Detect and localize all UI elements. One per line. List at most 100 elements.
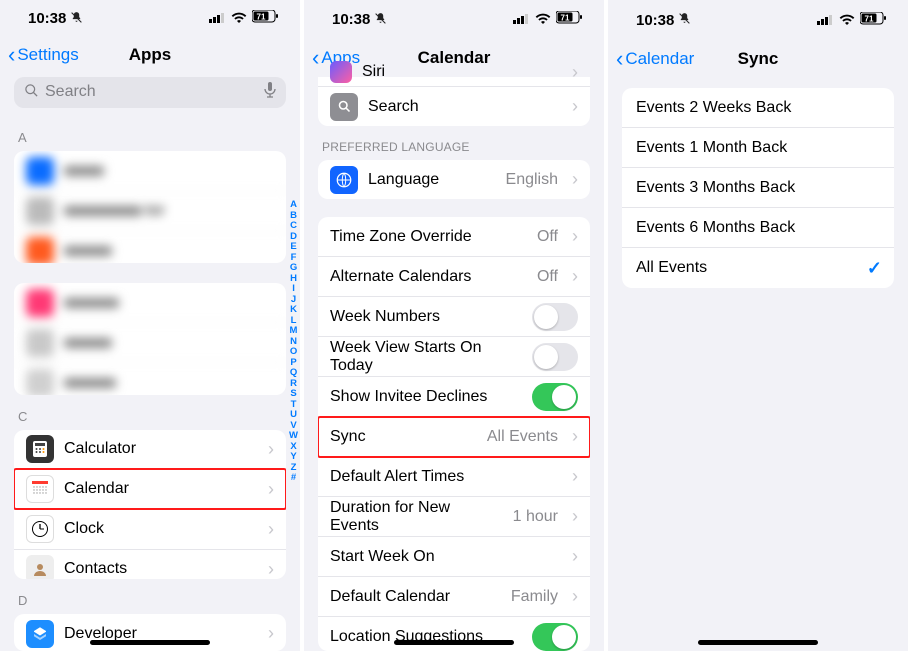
home-indicator[interactable]	[698, 640, 818, 645]
toggle-week-view-starts[interactable]	[532, 343, 578, 371]
row-label: Language	[368, 171, 496, 189]
row-invitee-declines[interactable]: Show Invitee Declines	[318, 377, 590, 417]
row-label: Alternate Calendars	[330, 268, 527, 286]
apps-group-c: Calculator › Calendar › Clock › Contacts…	[14, 430, 286, 579]
row-duration[interactable]: Duration for New Events 1 hour ›	[318, 497, 590, 537]
back-button[interactable]: ‹ Calendar	[616, 48, 694, 70]
access-group: Siri › Search ›	[318, 59, 590, 126]
svg-text:71: 71	[257, 13, 266, 22]
row-label: Week View Starts On Today	[330, 339, 522, 375]
wifi-icon	[535, 11, 551, 28]
app-row-blurred[interactable]	[14, 363, 286, 395]
app-row-blurred[interactable]	[14, 151, 286, 191]
row-value: All Events	[487, 428, 558, 446]
chevron-right-icon: ›	[572, 96, 578, 117]
chevron-right-icon: ›	[268, 479, 274, 500]
sync-option-all[interactable]: All Events ✓	[622, 248, 894, 288]
app-row-calculator[interactable]: Calculator ›	[14, 430, 286, 470]
row-week-numbers[interactable]: Week Numbers	[318, 297, 590, 337]
chevron-right-icon: ›	[572, 506, 578, 527]
calendar-settings-group: Time Zone Override Off › Alternate Calen…	[318, 217, 590, 651]
status-bar: 10:38 71	[304, 0, 604, 39]
row-default-alert[interactable]: Default Alert Times ›	[318, 457, 590, 497]
chevron-right-icon: ›	[572, 546, 578, 567]
row-time-zone-override[interactable]: Time Zone Override Off ›	[318, 217, 590, 257]
option-label: Events 1 Month Back	[636, 139, 882, 157]
app-row-calendar[interactable]: Calendar ›	[14, 470, 286, 510]
row-language[interactable]: Language English ›	[318, 160, 590, 199]
back-label: Calendar	[625, 49, 694, 69]
row-value: Family	[511, 588, 558, 606]
nav-bar: ‹ Settings Apps	[0, 37, 300, 72]
row-location-suggestions[interactable]: Location Suggestions	[318, 617, 590, 651]
app-row-developer[interactable]: Developer ›	[14, 614, 286, 651]
screen-calendar-settings: 10:38 71 ‹ Apps Calendar Siri › Search ›	[304, 0, 604, 651]
row-value: 1 hour	[513, 508, 558, 526]
row-siri[interactable]: Siri ›	[318, 59, 590, 87]
chevron-right-icon: ›	[268, 623, 274, 644]
chevron-left-icon: ‹	[616, 48, 623, 70]
battery-icon: 71	[252, 10, 278, 27]
app-row-blurred[interactable]	[14, 231, 286, 263]
toggle-invitee-declines[interactable]	[532, 383, 578, 411]
status-time: 10:38	[636, 12, 674, 29]
row-alternate-calendars[interactable]: Alternate Calendars Off ›	[318, 257, 590, 297]
home-indicator[interactable]	[90, 640, 210, 645]
sync-option-1month[interactable]: Events 1 Month Back	[622, 128, 894, 168]
row-start-week[interactable]: Start Week On ›	[318, 537, 590, 577]
chevron-right-icon: ›	[572, 169, 578, 190]
wifi-icon	[231, 10, 247, 27]
nav-bar: ‹ Calendar Sync	[608, 40, 908, 78]
chevron-right-icon: ›	[572, 226, 578, 247]
row-default-calendar[interactable]: Default Calendar Family ›	[318, 577, 590, 617]
search-placeholder: Search	[45, 83, 258, 101]
row-label: Show Invitee Declines	[330, 388, 522, 406]
row-week-view-starts[interactable]: Week View Starts On Today	[318, 337, 590, 377]
row-value: English	[506, 171, 558, 189]
svg-text:71: 71	[561, 14, 570, 23]
sync-options-group: Events 2 Weeks Back Events 1 Month Back …	[622, 88, 894, 288]
back-label: Settings	[17, 45, 78, 65]
app-row-blurred[interactable]	[14, 283, 286, 323]
svg-text:71: 71	[865, 14, 874, 23]
back-button[interactable]: ‹ Settings	[8, 44, 79, 66]
apps-group-d: Developer ›	[14, 614, 286, 651]
sync-option-3months[interactable]: Events 3 Months Back	[622, 168, 894, 208]
toggle-location-suggestions[interactable]	[532, 623, 578, 651]
chevron-right-icon: ›	[268, 559, 274, 579]
status-bar: 10:38 71	[608, 0, 908, 40]
developer-icon	[26, 620, 54, 648]
chevron-right-icon: ›	[572, 586, 578, 607]
app-label: Calculator	[64, 440, 258, 458]
row-sync[interactable]: Sync All Events ›	[318, 417, 590, 457]
home-indicator[interactable]	[394, 640, 514, 645]
contacts-icon	[26, 555, 54, 578]
option-label: All Events	[636, 259, 857, 277]
search-settings-icon	[330, 93, 358, 121]
section-header-c: C	[0, 395, 300, 430]
app-row-blurred[interactable]	[14, 323, 286, 363]
chevron-left-icon: ‹	[8, 44, 15, 66]
battery-icon: 71	[556, 11, 582, 28]
app-row-blurred[interactable]: tor	[14, 191, 286, 231]
row-search[interactable]: Search ›	[318, 87, 590, 126]
row-label: Search	[368, 98, 562, 116]
mic-icon	[264, 82, 276, 103]
app-row-clock[interactable]: Clock ›	[14, 510, 286, 550]
app-row-contacts[interactable]: Contacts ›	[14, 550, 286, 579]
app-label: Clock	[64, 520, 258, 538]
chevron-right-icon: ›	[572, 426, 578, 447]
cellular-icon	[209, 10, 226, 27]
chevron-right-icon: ›	[572, 266, 578, 287]
toggle-week-numbers[interactable]	[532, 303, 578, 331]
status-time: 10:38	[332, 11, 370, 28]
sync-option-6months[interactable]: Events 6 Months Back	[622, 208, 894, 248]
silent-icon	[678, 12, 691, 28]
screen-apps: 10:38 71 ‹ Settings Apps Search A tor	[0, 0, 300, 651]
sync-option-2weeks[interactable]: Events 2 Weeks Back	[622, 88, 894, 128]
row-label: Week Numbers	[330, 308, 522, 326]
screen-sync: 10:38 71 ‹ Calendar Sync Events 2 Weeks …	[608, 0, 908, 651]
search-input[interactable]: Search	[14, 77, 286, 109]
clock-icon	[26, 515, 54, 543]
section-index[interactable]: ABCDEFGHIJKLMNOPQRSTUVWXYZ#	[289, 200, 298, 484]
